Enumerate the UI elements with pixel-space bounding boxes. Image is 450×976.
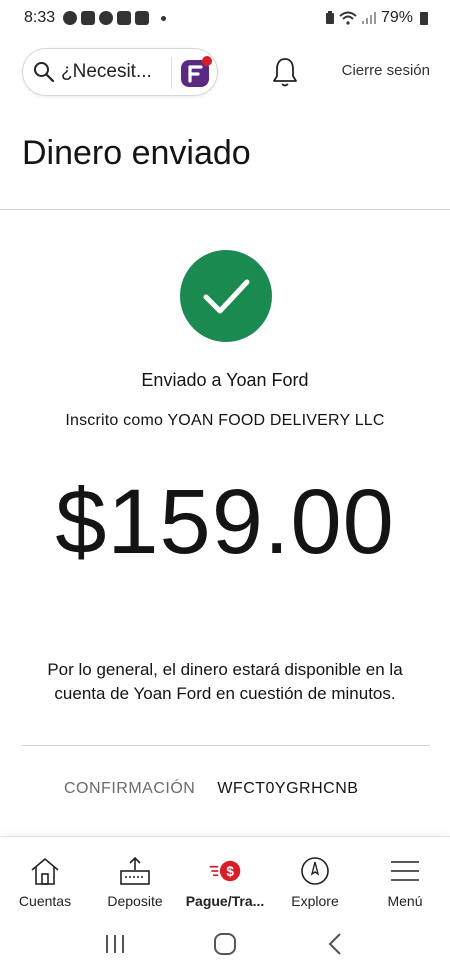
app-header: ¿Necesit... Cierre sesión: [0, 44, 450, 100]
enrolled-as-line: Inscrito como YOAN FOOD DELIVERY LLC: [65, 412, 385, 429]
youtube-notification-icon: [117, 11, 132, 25]
house-icon: [28, 855, 62, 887]
fargo-assistant-icon[interactable]: [179, 55, 213, 89]
nav-label: Menú: [387, 893, 423, 909]
system-nav-bar: [0, 912, 450, 976]
status-right: 79%: [325, 9, 428, 27]
bottom-nav: Cuentas Deposite $ Pague/Tra... Explore …: [0, 836, 450, 912]
more-notifications-dot-icon: [161, 15, 167, 21]
nav-label: Explore: [291, 893, 339, 909]
status-left: 8:33: [24, 9, 167, 27]
search-input[interactable]: ¿Necesit...: [61, 61, 165, 83]
nav-item-pay-transfer[interactable]: $ Pague/Tra...: [180, 837, 270, 912]
compass-icon: [298, 855, 332, 887]
nav-label: Pague/Tra...: [185, 893, 265, 909]
nav-item-deposit[interactable]: Deposite: [90, 837, 180, 912]
signal-icon: [361, 12, 376, 24]
facebook-notification-icon: [99, 11, 114, 25]
back-button-icon[interactable]: [315, 924, 355, 964]
nav-item-accounts[interactable]: Cuentas: [0, 837, 90, 912]
notifications-bell-icon[interactable]: [270, 56, 300, 88]
search-field[interactable]: ¿Necesit...: [22, 48, 218, 96]
logout-link[interactable]: Cierre sesión: [342, 62, 430, 79]
nav-item-explore[interactable]: Explore: [270, 837, 360, 912]
page-title: Dinero enviado: [22, 134, 251, 172]
recipient-line: Enviado a Yoan Ford: [141, 370, 309, 390]
status-bar: 8:33 79%: [0, 0, 450, 36]
sent-amount: $159.00: [55, 471, 395, 573]
success-check-icon: [180, 250, 272, 342]
nav-item-menu[interactable]: Menú: [360, 837, 450, 912]
recent-apps-icon[interactable]: [95, 924, 135, 964]
confirmation-code: WFCT0YGRHCNB: [217, 780, 359, 797]
instagram-notification-icon: [81, 11, 96, 25]
search-divider: [171, 57, 172, 89]
pay-transfer-icon: $: [208, 855, 242, 887]
svg-text:$: $: [226, 864, 234, 879]
chat-notification-icon: [63, 11, 78, 25]
status-time: 8:33: [24, 9, 56, 26]
nav-label: Cuentas: [18, 893, 72, 909]
title-divider: [0, 209, 450, 210]
battery-icon: [420, 11, 428, 25]
home-button-icon[interactable]: [205, 924, 245, 964]
availability-note: Por lo general, el dinero estará disponi…: [47, 660, 403, 703]
battery-saver-icon: [325, 11, 334, 24]
wifi-icon: [339, 11, 357, 25]
confirmation-divider: [22, 745, 430, 746]
hamburger-menu-icon: [388, 855, 422, 887]
battery-percent: 79%: [380, 9, 413, 26]
search-icon: [33, 61, 55, 83]
confirmation-code-row: CONFIRMACIÓN WFCT0YGRHCNB: [64, 780, 358, 798]
confirmation-label: CONFIRMACIÓN: [64, 780, 196, 797]
deposit-icon: [118, 855, 152, 887]
instagram-notification-icon: [135, 11, 150, 25]
nav-label: Deposite: [107, 893, 163, 909]
